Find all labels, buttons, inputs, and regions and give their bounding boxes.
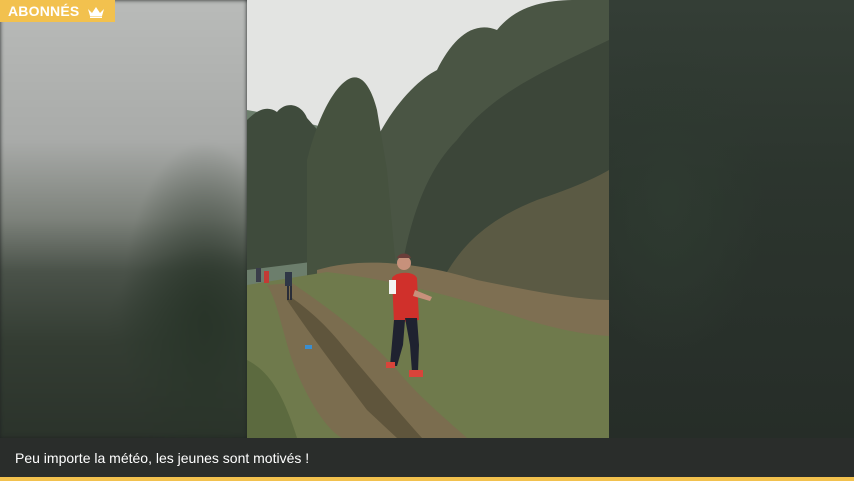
blurred-background-right [609, 0, 854, 438]
badge-label: ABONNÉS [8, 3, 80, 19]
accent-divider [0, 477, 854, 481]
photo-illustration [247, 0, 609, 438]
article-photo[interactable] [247, 0, 609, 438]
article-media-viewer: ABONNÉS Peu importe la météo, les jeunes… [0, 0, 854, 481]
photo-caption-bar: Peu importe la météo, les jeunes sont mo… [0, 438, 854, 477]
blurred-background-left [0, 0, 260, 440]
subscribers-badge[interactable]: ABONNÉS [0, 0, 116, 22]
photo-caption: Peu importe la météo, les jeunes sont mo… [15, 449, 310, 466]
crown-icon [87, 5, 105, 18]
